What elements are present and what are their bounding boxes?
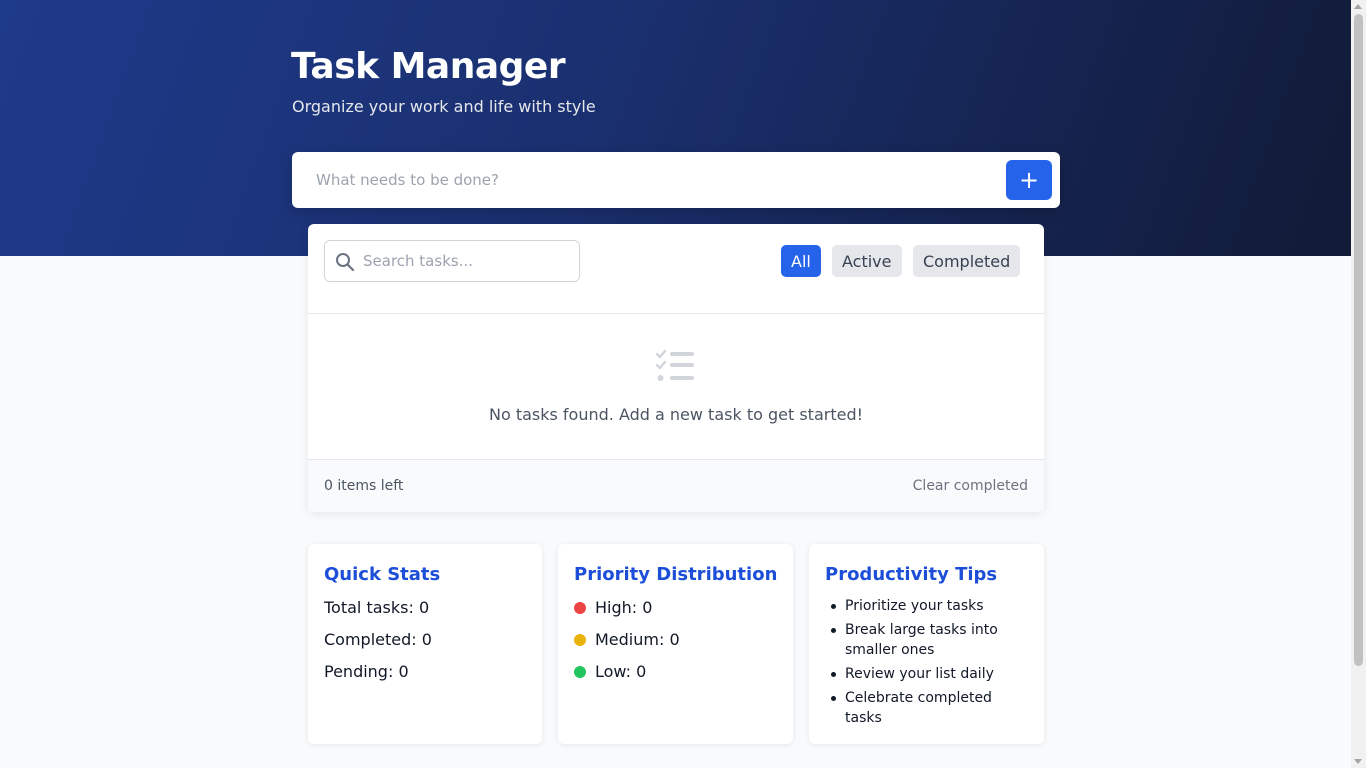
total-tasks-stat: Total tasks: 0 — [324, 598, 430, 617]
add-task-bar: + — [292, 152, 1060, 208]
priority-distribution-title: Priority Distribution — [574, 564, 778, 585]
empty-state-message: No tasks found. Add a new task to get st… — [488, 405, 864, 424]
add-task-button[interactable]: + — [1006, 160, 1052, 200]
header-banner: Task Manager Organize your work and life… — [0, 0, 1351, 256]
scrollbar-thumb[interactable] — [1354, 14, 1363, 666]
low-priority-count: Low: 0 — [595, 662, 647, 681]
medium-priority-count: Medium: 0 — [595, 630, 680, 649]
tip-item: Prioritize your tasks — [825, 596, 1025, 616]
task-toolbar: All Active Completed — [308, 224, 1044, 314]
priority-distribution-card: Priority Distribution High: 0 Medium: 0 … — [558, 544, 793, 744]
quick-stats-card: Quick Stats Total tasks: 0 Completed: 0 … — [308, 544, 542, 744]
search-box[interactable] — [324, 240, 580, 282]
new-task-input[interactable] — [304, 160, 994, 200]
high-priority-count: High: 0 — [595, 598, 653, 617]
quick-stats-title: Quick Stats — [324, 564, 441, 585]
filter-all-button[interactable]: All — [781, 245, 821, 277]
tasks-list-icon — [656, 349, 694, 381]
tip-item: Celebrate completed tasks — [825, 688, 1025, 728]
page-title: Task Manager — [291, 46, 566, 87]
empty-state: No tasks found. Add a new task to get st… — [308, 315, 1044, 459]
scroll-down-arrow-icon[interactable] — [1354, 759, 1362, 764]
task-list-footer: 0 items left Clear completed — [308, 459, 1044, 512]
productivity-tips-card: Productivity Tips Prioritize your tasks … — [809, 544, 1044, 744]
low-priority-dot — [574, 666, 586, 678]
filter-completed-button[interactable]: Completed — [913, 245, 1021, 277]
pending-tasks-stat: Pending: 0 — [324, 662, 409, 681]
tip-item: Break large tasks into smaller ones — [825, 620, 1025, 660]
productivity-tips-title: Productivity Tips — [825, 564, 998, 585]
tips-list: Prioritize your tasks Break large tasks … — [825, 596, 1025, 732]
filter-active-button[interactable]: Active — [832, 245, 902, 277]
medium-priority-dot — [574, 634, 586, 646]
items-left-count: 0 items left — [324, 478, 404, 494]
clear-completed-button[interactable]: Clear completed — [913, 478, 1028, 494]
task-list-panel: All Active Completed No tasks found. Add… — [308, 224, 1044, 512]
scroll-up-arrow-icon[interactable] — [1354, 4, 1362, 9]
search-icon — [336, 253, 355, 272]
search-input[interactable] — [363, 241, 573, 281]
completed-tasks-stat: Completed: 0 — [324, 630, 432, 649]
high-priority-dot — [574, 602, 586, 614]
tip-item: Review your list daily — [825, 664, 1025, 684]
page-subtitle: Organize your work and life with style — [292, 97, 596, 116]
vertical-scrollbar[interactable] — [1351, 0, 1366, 768]
